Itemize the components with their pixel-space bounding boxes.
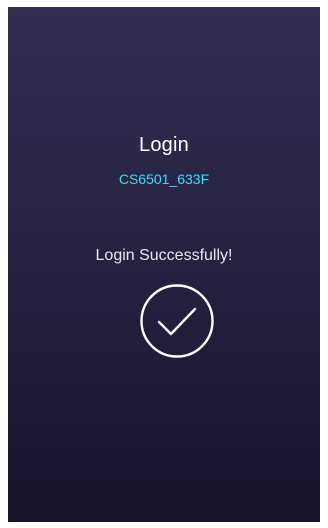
checkmark-circle-icon	[140, 284, 214, 358]
page-title: Login	[139, 134, 189, 156]
login-screen: Login CS6501_633F Login Successfully!	[8, 7, 320, 522]
device-name: CS6501_633F	[118, 171, 210, 187]
status-message: Login Successfully!	[95, 247, 233, 264]
